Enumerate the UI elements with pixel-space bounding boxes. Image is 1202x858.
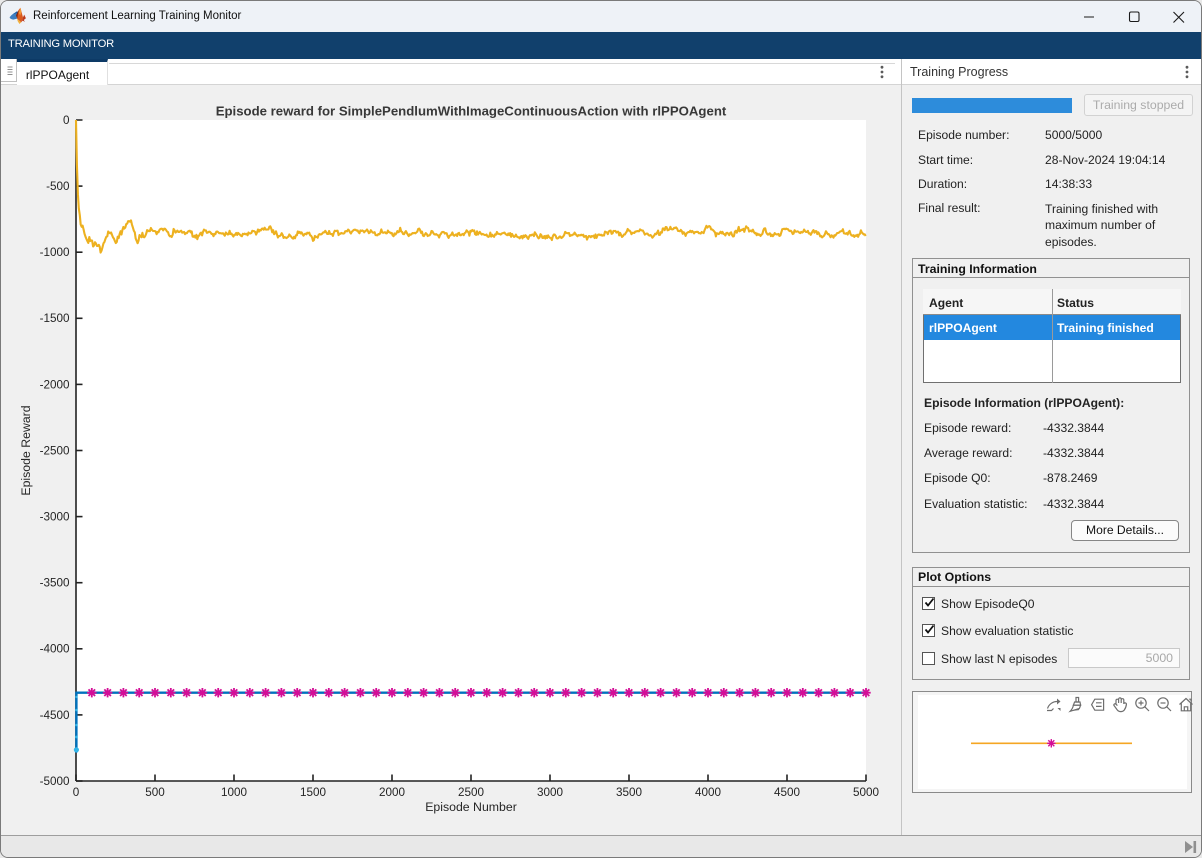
svg-text:-500: -500 bbox=[46, 180, 70, 193]
svg-text:4000: 4000 bbox=[695, 786, 722, 799]
svg-text:-5000: -5000 bbox=[40, 775, 70, 788]
svg-text:3500: 3500 bbox=[616, 786, 643, 799]
svg-text:-1500: -1500 bbox=[40, 312, 70, 325]
svg-text:2000: 2000 bbox=[379, 786, 406, 799]
svg-text:-4500: -4500 bbox=[40, 709, 70, 722]
svg-text:3000: 3000 bbox=[537, 786, 564, 799]
svg-text:0: 0 bbox=[73, 786, 80, 799]
svg-text:2500: 2500 bbox=[458, 786, 485, 799]
svg-text:-3500: -3500 bbox=[40, 577, 70, 590]
svg-text:Episode Number: Episode Number bbox=[425, 800, 517, 814]
svg-text:-3000: -3000 bbox=[40, 511, 70, 524]
svg-text:-4000: -4000 bbox=[40, 643, 70, 656]
svg-text:Episode Reward: Episode Reward bbox=[19, 405, 33, 495]
svg-text:-2000: -2000 bbox=[40, 378, 70, 391]
svg-text:4500: 4500 bbox=[774, 786, 801, 799]
svg-text:-2500: -2500 bbox=[40, 444, 70, 457]
svg-text:0: 0 bbox=[63, 114, 70, 127]
svg-text:500: 500 bbox=[145, 786, 165, 799]
svg-text:-1000: -1000 bbox=[40, 246, 70, 259]
svg-text:5000: 5000 bbox=[853, 786, 880, 799]
svg-text:1500: 1500 bbox=[300, 786, 327, 799]
svg-text:Episode reward for SimplePendl: Episode reward for SimplePendlumWithImag… bbox=[216, 104, 727, 119]
svg-text:1000: 1000 bbox=[221, 786, 248, 799]
